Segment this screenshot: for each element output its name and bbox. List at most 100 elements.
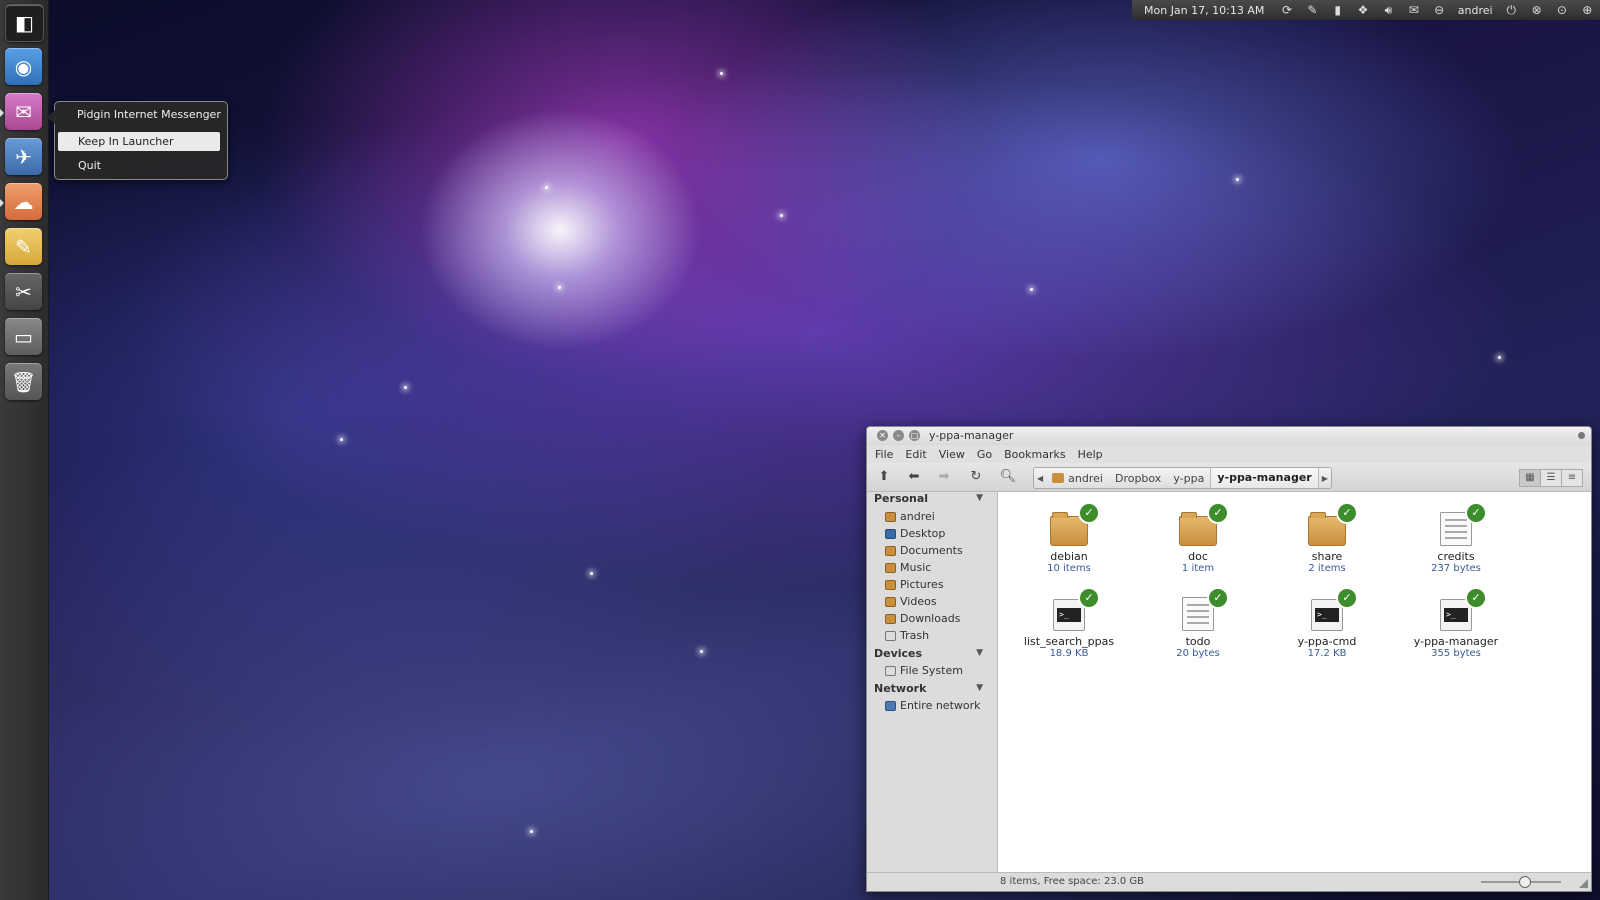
sidebar-item-trash[interactable]: Trash: [885, 629, 929, 642]
menu-edit[interactable]: Edit: [905, 448, 926, 461]
keep-in-launcher-item[interactable]: Keep In Launcher: [58, 132, 220, 151]
trash-icon[interactable]: 🗑︎: [5, 363, 42, 400]
file-meta: 18.9 KB: [1049, 648, 1089, 659]
text-file-icon: ✓: [1179, 587, 1229, 631]
chevron-circle-icon[interactable]: ⊙: [1554, 3, 1569, 17]
forward-icon[interactable]: ➡: [933, 468, 955, 486]
file-item-share[interactable]: ✓ share 2 items: [1267, 502, 1387, 574]
chevron-up-circle-icon[interactable]: ⊕: [1580, 3, 1595, 17]
tools-icon[interactable]: ✂: [5, 273, 42, 310]
window-menu-icon[interactable]: [1578, 432, 1585, 439]
maximize-icon[interactable]: □: [909, 430, 920, 441]
file-item-list-search-ppas[interactable]: ✓ list_search_ppas 18.9 KB: [1009, 587, 1129, 659]
menu-file[interactable]: File: [875, 448, 893, 461]
pidgin-icon[interactable]: ✉: [5, 93, 42, 130]
close-icon[interactable]: ✕: [877, 430, 888, 441]
trash-icon: [885, 630, 896, 641]
sidebar-item-music[interactable]: Music: [885, 561, 931, 574]
path-left-arrow-icon[interactable]: ◀: [1034, 474, 1046, 483]
sync-icon[interactable]: ⟳: [1279, 3, 1294, 17]
synced-check-icon: ✓: [1078, 587, 1100, 609]
list-view-icon[interactable]: ☰: [1540, 469, 1562, 487]
chevron-down-icon[interactable]: ▼: [976, 683, 983, 693]
sidebar-item-documents[interactable]: Documents: [885, 544, 963, 557]
sidebar-header-network[interactable]: Network: [874, 682, 926, 695]
dash-icon[interactable]: ◧: [5, 4, 44, 42]
chevron-down-icon[interactable]: ▼: [976, 493, 983, 503]
folder-icon: ✓: [1308, 502, 1358, 546]
sidebar-header-devices[interactable]: Devices: [874, 647, 922, 660]
file-item-y-ppa-cmd[interactable]: ✓ y-ppa-cmd 17.2 KB: [1267, 587, 1387, 659]
up-icon[interactable]: ⬆: [873, 468, 895, 486]
synced-check-icon: ✓: [1336, 587, 1358, 609]
home-folder-icon: [885, 511, 896, 522]
path-right-arrow-icon[interactable]: ▶: [1319, 474, 1331, 483]
compact-view-icon[interactable]: ≡: [1561, 469, 1583, 487]
menu-view[interactable]: View: [939, 448, 965, 461]
sidebar-item-desktop[interactable]: Desktop: [885, 527, 945, 540]
videos-folder-icon: [885, 596, 896, 607]
search-icon[interactable]: 🔍︎: [997, 468, 1019, 486]
star: [558, 286, 561, 289]
toolbar: ⬆ ⬅ ➡ ↻ 🔍︎ ◀ andrei Dropbox y-ppa y-ppa-…: [867, 463, 1591, 492]
back-icon[interactable]: ⬅: [903, 468, 925, 486]
file-item-credits[interactable]: ✓ credits 237 bytes: [1396, 502, 1516, 574]
sidebar-item-downloads[interactable]: Downloads: [885, 612, 960, 625]
file-name: list_search_ppas: [1023, 635, 1115, 648]
power-icon[interactable]: ⏻: [1504, 3, 1519, 18]
zoom-slider[interactable]: [1481, 876, 1561, 888]
icon-view-icon[interactable]: ▦: [1519, 469, 1541, 487]
menu-go[interactable]: Go: [977, 448, 992, 461]
clock[interactable]: Mon Jan 17, 10:13 AM: [1132, 4, 1274, 17]
script-file-icon: ✓: [1050, 587, 1100, 631]
files-icon[interactable]: ▭: [5, 318, 42, 355]
file-view[interactable]: ✓ debian 10 items ✓ doc 1 item ✓ share 2…: [998, 492, 1591, 873]
resize-grip[interactable]: [1579, 879, 1588, 888]
sidebar-item-file-system[interactable]: File System: [885, 664, 963, 677]
menu-help[interactable]: Help: [1078, 448, 1103, 461]
dropbox-icon[interactable]: ❖: [1355, 3, 1370, 17]
synced-check-icon: ✓: [1207, 587, 1229, 609]
quit-item[interactable]: Quit: [58, 156, 220, 175]
path-segment-current[interactable]: y-ppa-manager: [1210, 468, 1319, 488]
thunderbird-icon[interactable]: ✈: [5, 138, 42, 175]
sidebar-item-videos[interactable]: Videos: [885, 595, 937, 608]
home-folder-icon: [1052, 472, 1065, 483]
text-editor-icon[interactable]: ✎: [5, 228, 42, 265]
sidebar: Personal ▼ andrei Desktop Documents Musi…: [867, 492, 998, 873]
path-segment-y-ppa[interactable]: y-ppa: [1167, 472, 1210, 485]
star: [545, 186, 548, 189]
volume-icon[interactable]: 🔊︎: [1381, 3, 1396, 18]
mail-icon[interactable]: ✉: [1406, 3, 1421, 17]
file-item-debian[interactable]: ✓ debian 10 items: [1009, 502, 1129, 574]
reload-icon[interactable]: ↻: [965, 468, 987, 486]
sidebar-item-pictures[interactable]: Pictures: [885, 578, 944, 591]
star: [340, 438, 343, 441]
sidebar-item-label: Videos: [900, 595, 937, 608]
menu-bar: File Edit View Go Bookmarks Help: [867, 445, 1591, 463]
path-segment-dropbox[interactable]: Dropbox: [1109, 472, 1167, 485]
user-name[interactable]: andrei: [1452, 4, 1499, 17]
menu-bookmarks[interactable]: Bookmarks: [1004, 448, 1065, 461]
star: [404, 386, 407, 389]
minimize-icon[interactable]: –: [893, 430, 904, 441]
ubuntu-one-icon[interactable]: ☁: [5, 183, 42, 220]
pen-icon[interactable]: ✎: [1305, 3, 1320, 17]
path-segment-home[interactable]: andrei: [1046, 472, 1109, 485]
close-circle-icon[interactable]: ⊗: [1529, 3, 1544, 17]
sidebar-item-entire-network[interactable]: Entire network: [885, 699, 981, 712]
file-item-todo[interactable]: ✓ todo 20 bytes: [1138, 587, 1258, 659]
sidebar-header-personal[interactable]: Personal: [874, 492, 928, 505]
title-bar[interactable]: ✕ – □ y-ppa-manager: [867, 427, 1591, 445]
pidgin-quicklist: Pidgin Internet Messenger Keep In Launch…: [47, 101, 228, 180]
file-item-y-ppa-manager[interactable]: ✓ y-ppa-manager 355 bytes: [1396, 587, 1516, 659]
synced-check-icon: ✓: [1465, 502, 1487, 524]
chevron-down-icon[interactable]: ▼: [976, 648, 983, 658]
zoom-slider-knob[interactable]: [1519, 876, 1531, 888]
chat-icon[interactable]: ⊖: [1431, 3, 1446, 17]
sidebar-item-andrei[interactable]: andrei: [885, 510, 935, 523]
screenshot-icon[interactable]: ◉: [5, 48, 42, 85]
clipboard-icon[interactable]: ▮: [1330, 3, 1345, 17]
file-item-doc[interactable]: ✓ doc 1 item: [1138, 502, 1258, 574]
star: [1030, 288, 1033, 291]
